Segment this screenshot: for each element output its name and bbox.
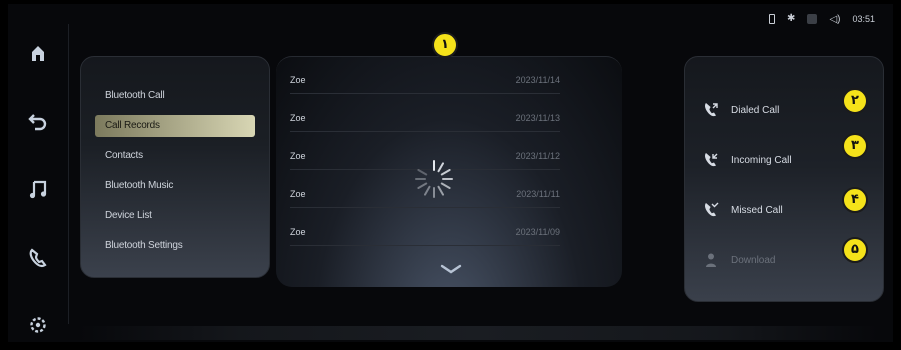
home-icon[interactable] <box>29 44 47 62</box>
incoming-call-icon <box>703 152 719 168</box>
loading-spinner-icon <box>412 157 456 201</box>
scroll-down-chevron-icon[interactable] <box>440 261 462 279</box>
music-icon[interactable] <box>29 179 47 199</box>
menu-item-device-list[interactable]: Device List <box>95 205 255 227</box>
status-time: 03:51 <box>852 14 875 24</box>
left-dock <box>18 34 58 342</box>
incoming-call-label: Incoming Call <box>731 154 792 166</box>
record-date: 2023/11/09 <box>515 227 560 237</box>
bluetooth-menu: Bluetooth Call Call Records Contacts Blu… <box>95 85 255 265</box>
record-name: Zoe <box>290 75 306 85</box>
dialed-call-label: Dialed Call <box>731 104 780 116</box>
download-icon <box>703 252 719 268</box>
record-date: 2023/11/14 <box>515 75 560 85</box>
record-name: Zoe <box>290 151 306 161</box>
menu-item-bluetooth-music[interactable]: Bluetooth Music <box>95 175 255 197</box>
call-records-panel: Zoe 2023/11/14 Zoe 2023/11/13 Zoe 2023/1… <box>276 56 622 287</box>
back-icon[interactable] <box>28 111 48 131</box>
settings-icon[interactable] <box>29 316 47 334</box>
record-name: Zoe <box>290 189 306 199</box>
menu-item-bluetooth-call[interactable]: Bluetooth Call <box>95 85 255 107</box>
record-date: 2023/11/13 <box>515 113 560 123</box>
bluetooth-menu-panel: Bluetooth Call Call Records Contacts Blu… <box>80 56 270 278</box>
annotation-badge-2: ٢ <box>842 88 868 114</box>
download-label: Download <box>731 254 776 266</box>
dock-divider <box>68 24 69 324</box>
annotation-badge-3: ٣ <box>842 133 868 159</box>
annotation-badge-1: ١ <box>432 32 458 58</box>
menu-item-bluetooth-settings[interactable]: Bluetooth Settings <box>95 235 255 257</box>
record-name: Zoe <box>290 227 306 237</box>
dock-reflection <box>78 326 878 340</box>
record-name: Zoe <box>290 113 306 123</box>
dialed-call-icon <box>703 102 719 118</box>
call-record-row[interactable]: Zoe 2023/11/13 <box>290 105 560 132</box>
call-record-row[interactable]: Zoe 2023/11/09 <box>290 219 560 246</box>
annotation-badge-4: ۴ <box>842 187 868 213</box>
menu-item-call-records[interactable]: Call Records <box>95 115 255 137</box>
phone-icon[interactable] <box>28 248 48 268</box>
usb-icon <box>807 14 818 24</box>
status-bar: ✱ ◁) 03:51 <box>769 12 875 26</box>
call-record-row[interactable]: Zoe 2023/11/14 <box>290 67 560 94</box>
record-date: 2023/11/11 <box>516 189 560 199</box>
missed-call-icon <box>703 202 719 218</box>
annotation-badge-5: ۵ <box>842 237 868 263</box>
volume-icon: ◁) <box>829 13 841 25</box>
missed-call-label: Missed Call <box>731 204 783 216</box>
battery-icon <box>769 14 776 24</box>
bluetooth-icon: ✱ <box>787 13 796 24</box>
record-date: 2023/11/12 <box>515 151 560 161</box>
menu-item-contacts[interactable]: Contacts <box>95 145 255 167</box>
